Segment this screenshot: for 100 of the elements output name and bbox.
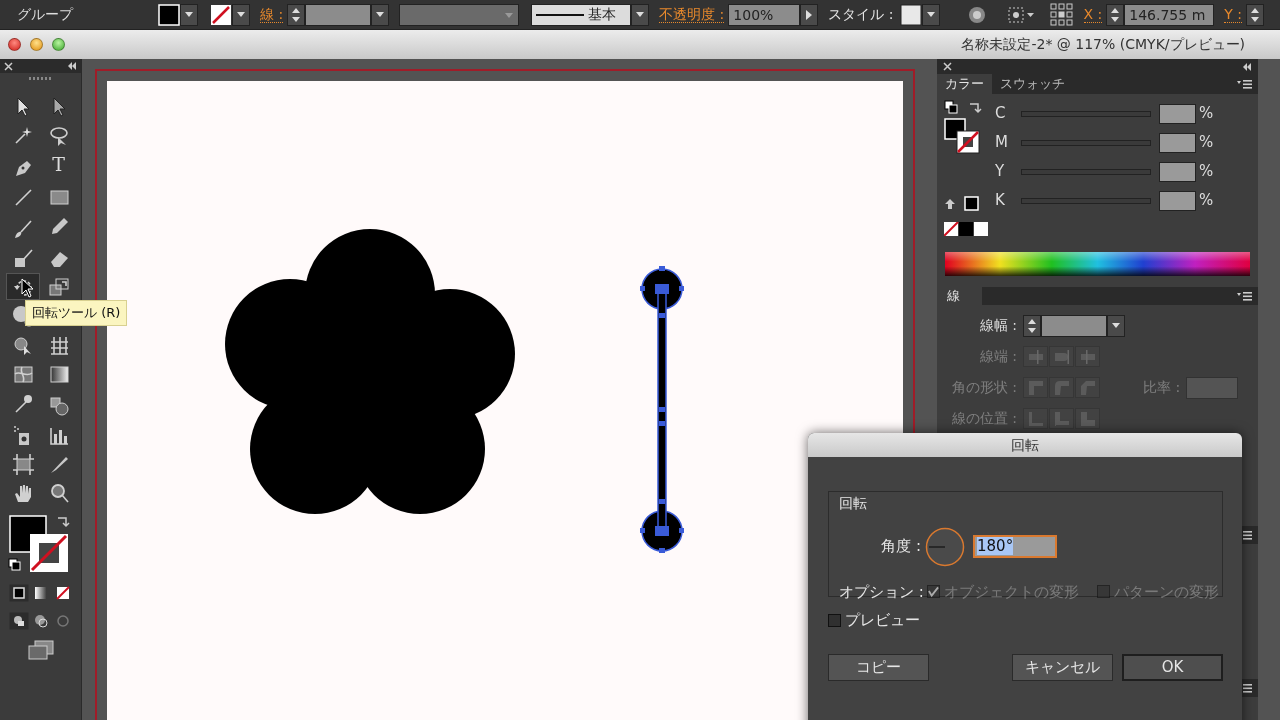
stroke-swatch[interactable] [210,3,232,26]
angle-field[interactable]: 180° [973,535,1057,558]
checkbox[interactable] [828,613,841,627]
dropdown-button[interactable] [180,3,198,26]
x-label: X : [1083,6,1103,23]
stroke-swatch[interactable] [29,534,68,572]
caret-icon [505,12,514,18]
window-title: 名称未設定-2* @ 117% (CMYK/プレビュー) [961,35,1245,54]
stroke-label: 線 : [260,6,284,23]
zoom-button[interactable] [52,38,65,51]
stepper-button[interactable] [1246,3,1264,26]
ratio-field[interactable] [1186,376,1239,399]
panel-menu-icon[interactable] [1236,79,1253,89]
profile-dropdown[interactable] [399,3,520,26]
dialog-button[interactable]: OK [1122,653,1223,681]
dropdown-button[interactable] [232,3,250,26]
options-label: オプション : [839,581,924,603]
style-swatch[interactable] [899,3,922,26]
stepper-button[interactable] [287,3,306,26]
type-tool-button[interactable]: T [41,151,76,178]
stroke-weight-field[interactable] [305,3,372,26]
color-spectrum[interactable] [945,252,1250,276]
transform-icon[interactable] [1005,4,1036,25]
check-icon [927,585,939,598]
none-swatch[interactable] [944,222,959,236]
dialog-button[interactable]: キャンセル [1012,653,1113,681]
angle-label: 角度 : [880,536,921,558]
unit-label: % [1199,132,1214,154]
lasso-icon [47,124,70,147]
selected-line-drawing[interactable] [640,266,684,553]
dropdown-button[interactable] [371,3,390,26]
default-colors-icon[interactable] [944,100,958,114]
channel-field[interactable] [1159,132,1196,153]
stroke-weight-label: 線幅 : [978,316,1017,335]
fill-swatch[interactable] [158,3,180,26]
gamut-warning-icon[interactable] [944,197,956,210]
color-swatch[interactable] [974,222,988,236]
preview-label: プレビュー [845,610,920,631]
slider-track[interactable] [1021,168,1151,175]
unit-label: % [1199,161,1214,183]
brush-dropdown[interactable]: 基本 [531,3,632,26]
angle-dial[interactable] [925,526,965,567]
close-button[interactable] [8,38,21,51]
stepper-button[interactable] [1023,314,1041,337]
channel-label: Y [995,161,1006,183]
grip-icon [28,76,53,81]
style-icon [1054,411,1069,426]
style-label: スタイル : [828,5,894,24]
color-swatch[interactable] [959,222,973,236]
y-label: Y : [1224,6,1242,23]
channel-label: C [995,103,1007,125]
option-label: 線の位置 : [950,409,1017,428]
screen-mode-button[interactable] [26,640,55,660]
slider-track[interactable] [1021,110,1151,117]
color-mode-button[interactable] [8,584,29,602]
slider-track[interactable] [1021,197,1151,204]
panel-tab[interactable]: カラー [937,74,992,94]
channel-field[interactable] [1159,103,1196,124]
dropdown-button[interactable] [631,3,650,26]
style-icon [1054,349,1069,364]
globe-icon[interactable] [967,5,986,24]
option-label: 線端 : [978,347,1017,366]
arrow-button[interactable] [800,3,819,26]
swap-icon[interactable] [56,517,70,528]
dropdown-button[interactable] [1107,314,1125,337]
collapse-icon[interactable] [67,62,77,70]
channel-field[interactable] [1159,190,1196,211]
style-icon [1028,380,1043,395]
dialog-button[interactable]: コピー [828,653,929,681]
panel-menu-icon[interactable] [1236,291,1253,301]
draw-normal-button[interactable] [8,612,29,630]
close-icon[interactable] [4,61,13,71]
style-icon [1080,380,1095,395]
opacity-field[interactable]: 100% [728,3,801,26]
selection-type-label: グループ [16,5,75,24]
channel-field[interactable] [1159,161,1196,182]
unit-label: % [1199,190,1214,212]
caret-icon [636,12,645,17]
collapse-icon[interactable] [1242,62,1252,71]
style-icon [1080,349,1095,364]
ratio-label: 比率 : [1143,378,1181,397]
color-swatch[interactable] [964,196,979,211]
swap-icon[interactable] [968,100,982,114]
stroke-weight-field[interactable] [1041,314,1107,337]
panel-tab[interactable]: スウォッチ [992,74,1073,94]
stepper-button[interactable] [1106,3,1125,26]
tooltip: 回転ツール (R) [25,300,128,326]
dropdown-button[interactable] [921,3,940,26]
caret-icon [237,12,245,17]
stroke-swatch[interactable] [956,130,980,154]
default-colors-icon[interactable] [8,558,20,571]
panel-tab[interactable]: 線 [937,287,982,305]
reference-point-icon[interactable] [1049,2,1074,27]
minimize-button[interactable] [30,38,43,51]
style-icon [1028,349,1043,364]
scale-icon [47,275,70,298]
dialog-title: 回転 [808,433,1242,457]
close-icon[interactable] [943,62,952,71]
x-field[interactable]: 146.755 m [1124,3,1215,26]
slider-track[interactable] [1021,139,1151,146]
